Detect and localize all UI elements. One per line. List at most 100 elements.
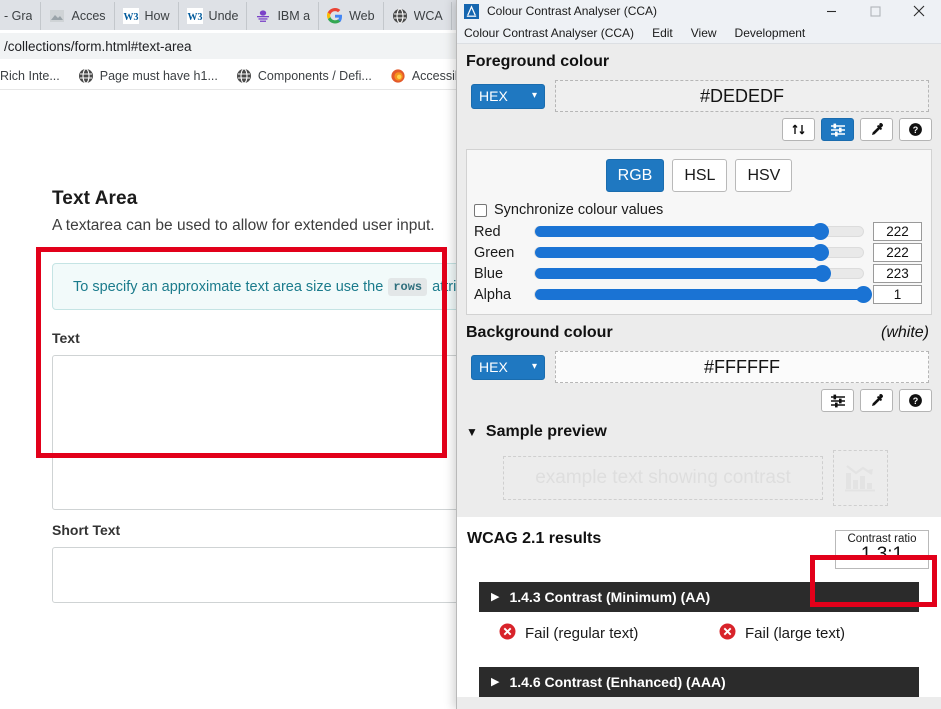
browser-tab[interactable]: W3 Unde (178, 2, 248, 30)
colour-sliders: Red 222 Green 222 Blue 223 Alpha 1 (467, 218, 931, 305)
cca-titlebar: Colour Contrast Analyser (CCA) (457, 0, 941, 22)
criterion-143-results: Fail (regular text) Fail (large text) (479, 612, 919, 654)
address-bar-url: /collections/form.html#text-area (4, 38, 192, 54)
svg-text:?: ? (913, 125, 919, 135)
chevron-down-icon: ▾ (531, 361, 537, 372)
background-format-value: HEX (479, 359, 508, 375)
bookmark-item[interactable]: Components / Defi... (227, 67, 381, 84)
tab-rgb[interactable]: RGB (605, 159, 665, 192)
browser-tab[interactable]: - Gra (0, 2, 42, 30)
sample-preview-label: Sample preview (485, 423, 607, 440)
background-colour-input[interactable]: #FFFFFF (555, 351, 929, 383)
browser-tab-label: How (144, 9, 170, 23)
foreground-tools: ? (457, 112, 941, 141)
browser-tab[interactable]: IBM a (247, 2, 320, 30)
text-textarea[interactable] (52, 355, 482, 510)
browser-tab-label: Acces (71, 9, 106, 23)
background-heading-row: Background colour (white) (457, 315, 941, 342)
slider-row-red: Red 222 (474, 221, 922, 242)
svg-text:W3: W3 (187, 12, 202, 23)
browser-tab-label: WCA (413, 9, 443, 23)
disclosure-triangle-icon: ▶ (491, 676, 500, 689)
sliders-icon[interactable] (821, 118, 854, 141)
minimize-button[interactable] (809, 0, 853, 22)
browser-tab[interactable]: Acces (41, 2, 115, 30)
synchronize-label: Synchronize colour values (494, 202, 664, 218)
bookmark-item[interactable]: Rich Inte... (0, 69, 69, 83)
result-label: Fail (large text) (745, 624, 846, 642)
disclosure-triangle-icon: ▶ (491, 591, 500, 604)
contrast-ratio-value: 1.3:1 (860, 544, 904, 565)
menu-item-view[interactable]: View (691, 26, 717, 40)
criterion-header-143[interactable]: ▶ 1.4.3 Contrast (Minimum) (AA) (479, 581, 919, 612)
wcag-results-header: WCAG 2.1 results Contrast ratio 1.3:1 (457, 517, 941, 569)
swap-colours-icon[interactable] (782, 118, 815, 141)
foreground-format-value: HEX (479, 88, 508, 104)
menu-item-edit[interactable]: Edit (652, 26, 673, 40)
firefox-icon (390, 68, 406, 84)
menu-item-development[interactable]: Development (735, 26, 806, 40)
foreground-format-select[interactable]: HEX ▾ (471, 83, 545, 109)
fail-icon (499, 623, 516, 644)
slider-label-red: Red (474, 223, 501, 240)
criterion-header-146[interactable]: ▶ 1.4.6 Contrast (Enhanced) (AAA) (479, 666, 919, 697)
slider-row-green: Green 222 (474, 242, 922, 263)
bar-chart-icon (833, 450, 888, 506)
result-regular-text: Fail (regular text) (479, 623, 699, 644)
synchronize-checkbox[interactable] (474, 203, 487, 217)
browser-tab[interactable]: WCA (383, 2, 452, 30)
bookmark-item[interactable]: Page must have h1... (69, 67, 227, 84)
browser-tab[interactable]: Web (319, 2, 384, 30)
colour-mode-tabs: RGB HSL HSV (467, 150, 931, 192)
background-colour-value: #FFFFFF (704, 356, 780, 377)
help-icon[interactable]: ? (899, 118, 932, 141)
google-icon (327, 8, 343, 24)
cca-window: Colour Contrast Analyser (CCA) Colour Co… (456, 0, 941, 709)
cca-body: Foreground colour HEX ▾ #DEDEDF ? RGB HS… (457, 44, 941, 709)
foreground-colour-value: #DEDEDF (699, 85, 784, 106)
sample-preview-header[interactable]: ▼ Sample preview (457, 412, 941, 441)
eyedropper-icon[interactable] (860, 389, 893, 412)
colour-model-panel: RGB HSL HSV Synchronize colour values Re… (466, 149, 932, 315)
synchronize-colour-values-row[interactable]: Synchronize colour values (467, 192, 931, 218)
browser-tab-label: - Gra (4, 9, 33, 23)
slider-value-green[interactable]: 222 (873, 243, 922, 262)
short-text-textarea[interactable] (52, 547, 482, 603)
slider-value-alpha[interactable]: 1 (873, 285, 922, 304)
info-callout-text-before: To specify an approximate text area size… (73, 278, 384, 295)
slider-label-alpha: Alpha (474, 286, 512, 303)
window-controls (809, 0, 941, 22)
globe-icon (78, 67, 94, 84)
slider-value-blue[interactable]: 223 (873, 264, 922, 283)
slider-label-green: Green (474, 244, 515, 261)
criterion-title: 1.4.6 Contrast (Enhanced) (AAA) (509, 673, 726, 690)
sliders-icon[interactable] (821, 389, 854, 412)
slider-track-green[interactable] (534, 244, 864, 261)
svg-text:?: ? (913, 396, 919, 406)
tab-hsl[interactable]: HSL (672, 159, 728, 192)
foreground-colour-row: HEX ▾ #DEDEDF (457, 71, 941, 112)
maximize-button[interactable] (853, 0, 897, 22)
sample-preview-text: example text showing contrast (503, 456, 823, 500)
bookmark-label: Page must have h1... (99, 68, 218, 83)
tab-hsv[interactable]: HSV (735, 159, 793, 192)
menu-item-cca[interactable]: Colour Contrast Analyser (CCA) (464, 26, 634, 40)
w3c-icon: W3 (122, 8, 139, 24)
info-callout: To specify an approximate text area size… (52, 263, 485, 310)
background-colour-row: HEX ▾ #FFFFFF (457, 342, 941, 383)
help-icon[interactable]: ? (899, 389, 932, 412)
browser-tab[interactable]: W3 How (114, 2, 179, 30)
close-button[interactable] (897, 0, 941, 22)
fail-icon (719, 623, 736, 644)
slider-track-alpha[interactable] (534, 286, 872, 303)
slider-value-red[interactable]: 222 (873, 222, 922, 241)
background-format-select[interactable]: HEX ▾ (471, 354, 545, 380)
foreground-heading: Foreground colour (466, 53, 610, 70)
eyedropper-icon[interactable] (860, 118, 893, 141)
slider-track-blue[interactable] (534, 265, 864, 282)
foreground-colour-input[interactable]: #DEDEDF (555, 80, 929, 112)
slider-track-red[interactable] (534, 223, 864, 240)
sample-preview-body: example text showing contrast (457, 441, 941, 506)
bookmark-label: Rich Inte... (0, 68, 60, 83)
background-colour-note: (white) (880, 324, 929, 341)
